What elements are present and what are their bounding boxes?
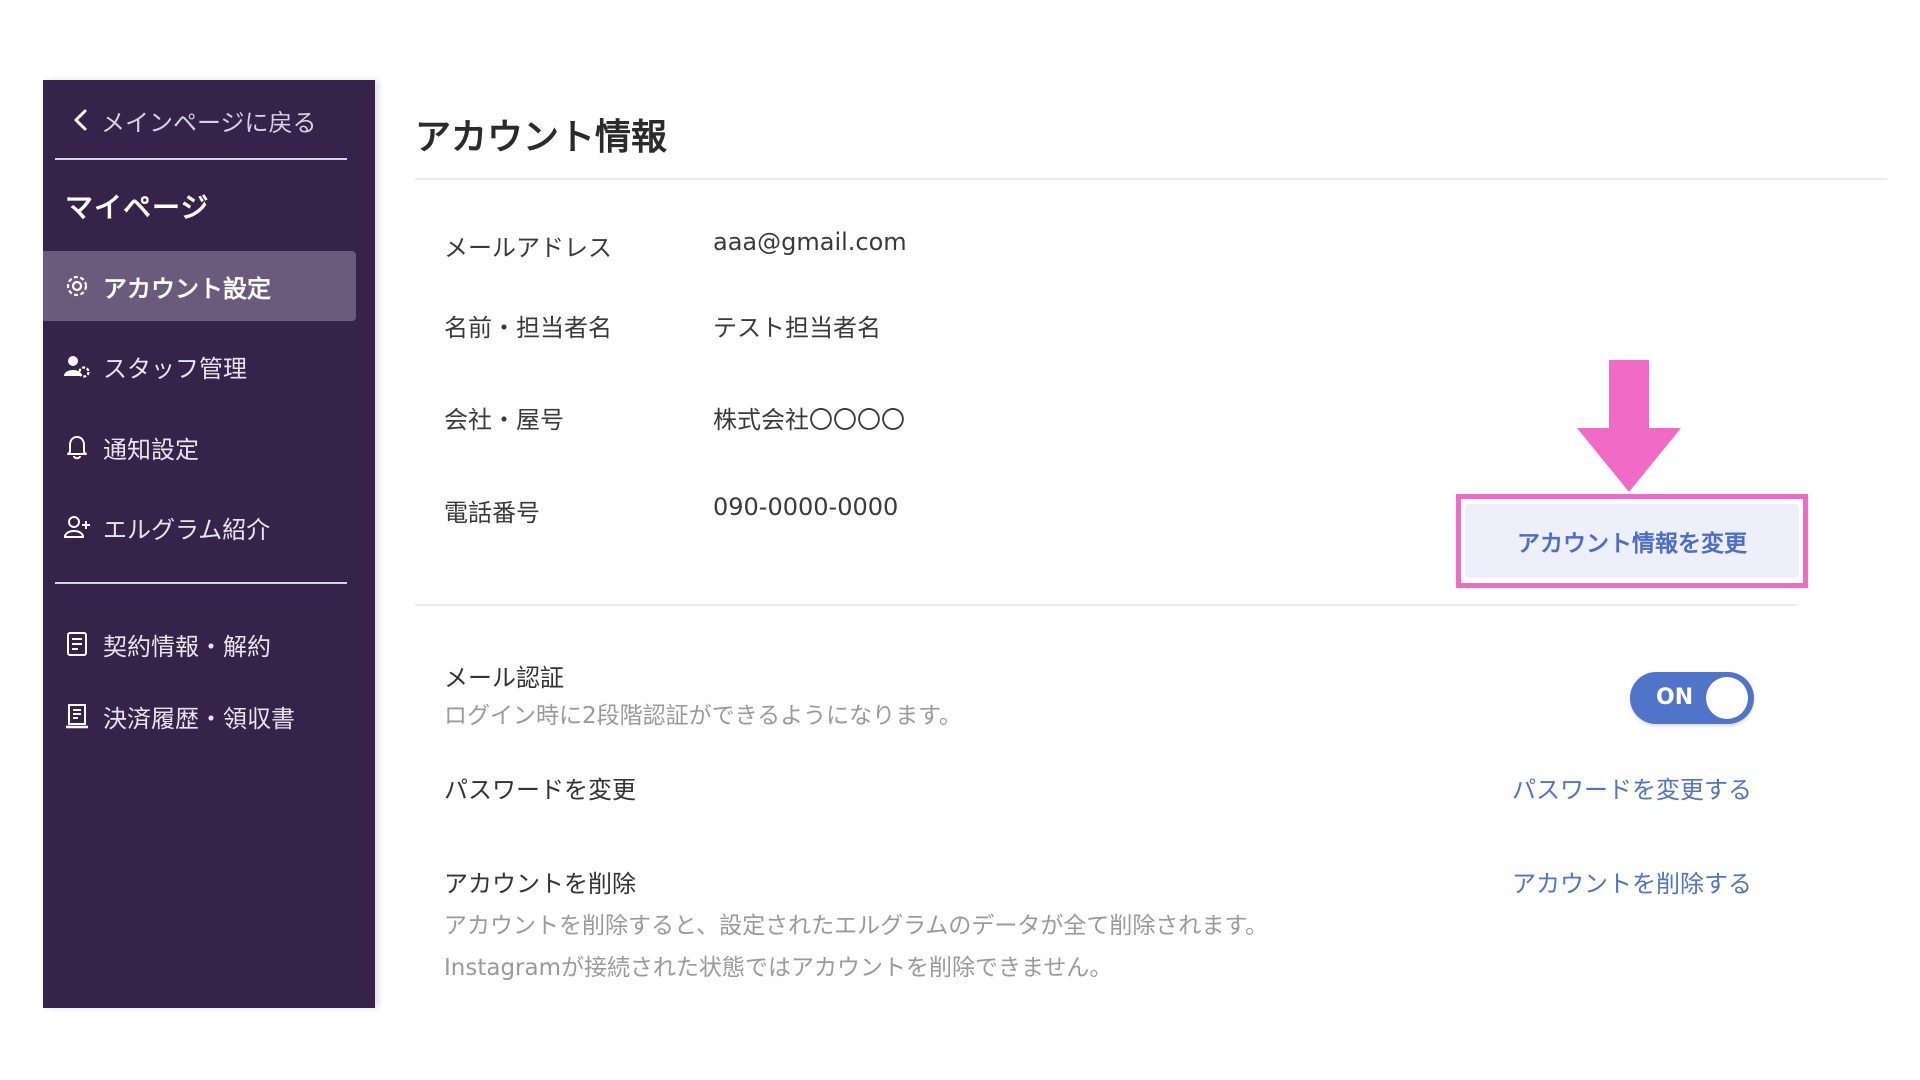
mail-auth-description: ログイン時に2段階認証ができるようになります。 <box>444 703 962 729</box>
sidebar-item-label: アカウント設定 <box>103 274 271 303</box>
toggle-label: ON <box>1656 685 1694 710</box>
user-plus-icon <box>63 516 90 538</box>
toggle-knob <box>1706 677 1748 719</box>
sidebar-item-contract[interactable]: 契約情報・解約 <box>43 609 356 679</box>
sidebar-item-label: 通知設定 <box>103 435 199 464</box>
sidebar-divider <box>55 582 347 584</box>
sidebar-divider <box>55 158 347 160</box>
section-divider <box>415 604 1797 606</box>
gear-icon <box>66 275 88 297</box>
name-label: 名前・担当者名 <box>444 314 612 342</box>
title-divider <box>415 178 1887 180</box>
delete-account-note: Instagramが接続された状態ではアカウントを削除できません。 <box>444 955 1113 981</box>
sidebar-item-account-settings[interactable]: アカウント設定 <box>43 251 356 321</box>
sidebar-item-staff[interactable]: スタッフ管理 <box>43 331 356 401</box>
chevron-left-icon <box>74 109 87 131</box>
password-title: パスワードを変更 <box>444 776 636 804</box>
email-label: メールアドレス <box>444 234 612 262</box>
sidebar-item-billing[interactable]: 決済履歴・領収書 <box>43 681 356 751</box>
sidebar-item-label: エルグラム紹介 <box>103 515 271 544</box>
delete-account-title: アカウントを削除 <box>444 870 636 898</box>
sidebar-item-referral[interactable]: エルグラム紹介 <box>43 492 356 562</box>
sidebar-item-label: 決済履歴・領収書 <box>103 704 295 733</box>
receipt-icon <box>66 704 88 729</box>
phone-value: 090-0000-0000 <box>713 493 899 521</box>
email-value: aaa@gmail.com <box>713 228 907 256</box>
mail-auth-title: メール認証 <box>444 664 564 692</box>
staff-gear-icon <box>64 356 90 378</box>
document-icon <box>67 632 87 656</box>
down-arrow-icon <box>1577 360 1681 492</box>
company-label: 会社・屋号 <box>444 406 564 434</box>
edit-account-info-button[interactable]: アカウント情報を変更 <box>1465 504 1799 578</box>
sidebar-item-notifications[interactable]: 通知設定 <box>43 412 356 482</box>
back-to-main-link[interactable]: メインページに戻る <box>71 100 317 140</box>
name-value: テスト担当者名 <box>713 314 881 342</box>
sidebar-item-label: 契約情報・解約 <box>103 632 271 661</box>
sidebar: メインページに戻る マイページ アカウント設定 スタッフ管理 通知設定 エルグラ <box>43 80 375 1008</box>
bell-icon <box>67 436 87 460</box>
delete-account-link[interactable]: アカウントを削除する <box>1512 864 1752 899</box>
sidebar-section-title: マイページ <box>65 191 210 224</box>
page-title: アカウント情報 <box>415 117 668 158</box>
company-value: 株式会社〇〇〇〇 <box>713 406 905 434</box>
delete-account-description: アカウントを削除すると、設定されたエルグラムのデータが全て削除されます。 <box>444 913 1269 939</box>
mail-auth-toggle[interactable]: ON <box>1630 672 1754 724</box>
sidebar-item-label: スタッフ管理 <box>103 354 247 383</box>
back-link-label: メインページに戻る <box>101 108 317 137</box>
phone-label: 電話番号 <box>444 499 540 527</box>
change-password-link[interactable]: パスワードを変更する <box>1512 770 1752 805</box>
